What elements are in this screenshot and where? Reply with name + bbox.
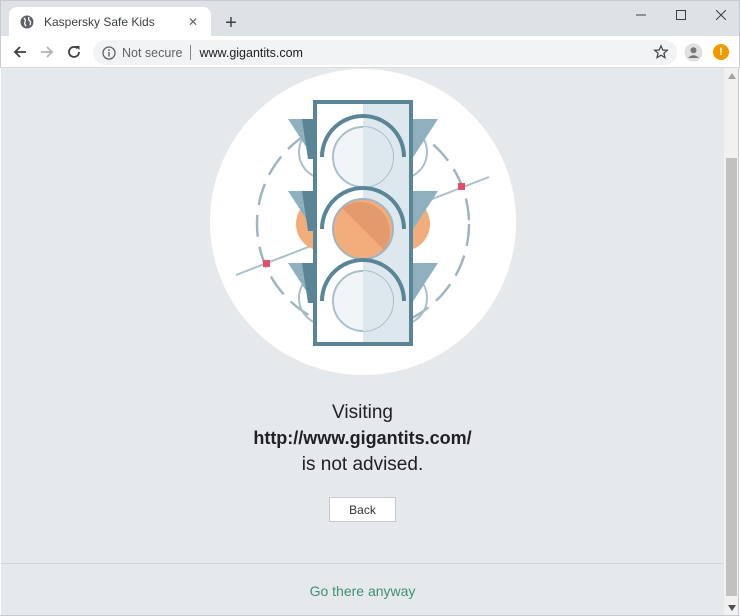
vertical-scrollbar[interactable]	[724, 68, 739, 615]
footer-divider	[1, 563, 724, 564]
reload-icon[interactable]	[61, 39, 87, 65]
tab-title: Kaspersky Safe Kids	[44, 15, 155, 29]
tab-close-icon[interactable]: ✕	[185, 14, 201, 30]
scroll-down-arrow-icon[interactable]	[724, 600, 739, 615]
forward-arrow-icon[interactable]	[34, 39, 60, 65]
title-bar: Kaspersky Safe Kids ✕ +	[0, 0, 740, 37]
traffic-light-illustration	[235, 100, 490, 346]
extension-alert-icon[interactable]: !	[713, 44, 729, 60]
address-bar[interactable]: Not secure www.gigantits.com	[93, 40, 677, 65]
scroll-up-arrow-icon[interactable]	[724, 68, 739, 83]
blocked-url: http://www.gigantits.com/	[253, 428, 472, 448]
maximize-icon[interactable]	[661, 1, 701, 29]
scrollbar-thumb[interactable]	[726, 158, 737, 596]
star-icon[interactable]	[653, 44, 669, 60]
profile-icon[interactable]	[684, 43, 703, 62]
url-text[interactable]: www.gigantits.com	[199, 46, 303, 60]
tab-kaspersky-safe-kids[interactable]: Kaspersky Safe Kids ✕	[9, 7, 211, 37]
omnibox-separator	[190, 45, 192, 60]
back-arrow-icon[interactable]	[7, 39, 33, 65]
close-icon[interactable]	[701, 1, 740, 29]
back-button[interactable]: Back	[329, 497, 396, 522]
browser-toolbar: Not secure www.gigantits.com !	[0, 36, 740, 68]
warning-line-visiting: Visiting	[332, 402, 393, 423]
security-label[interactable]: Not secure	[122, 46, 182, 60]
go-there-anyway-link[interactable]: Go there anyway	[1, 583, 724, 599]
block-page: Visiting http://www.gigantits.com/ is no…	[1, 68, 724, 615]
minimize-icon[interactable]	[621, 1, 661, 29]
info-icon[interactable]	[102, 45, 116, 60]
warning-line-not-advised: is not advised.	[301, 454, 424, 475]
new-tab-button[interactable]: +	[219, 11, 243, 35]
globe-icon	[19, 14, 35, 30]
